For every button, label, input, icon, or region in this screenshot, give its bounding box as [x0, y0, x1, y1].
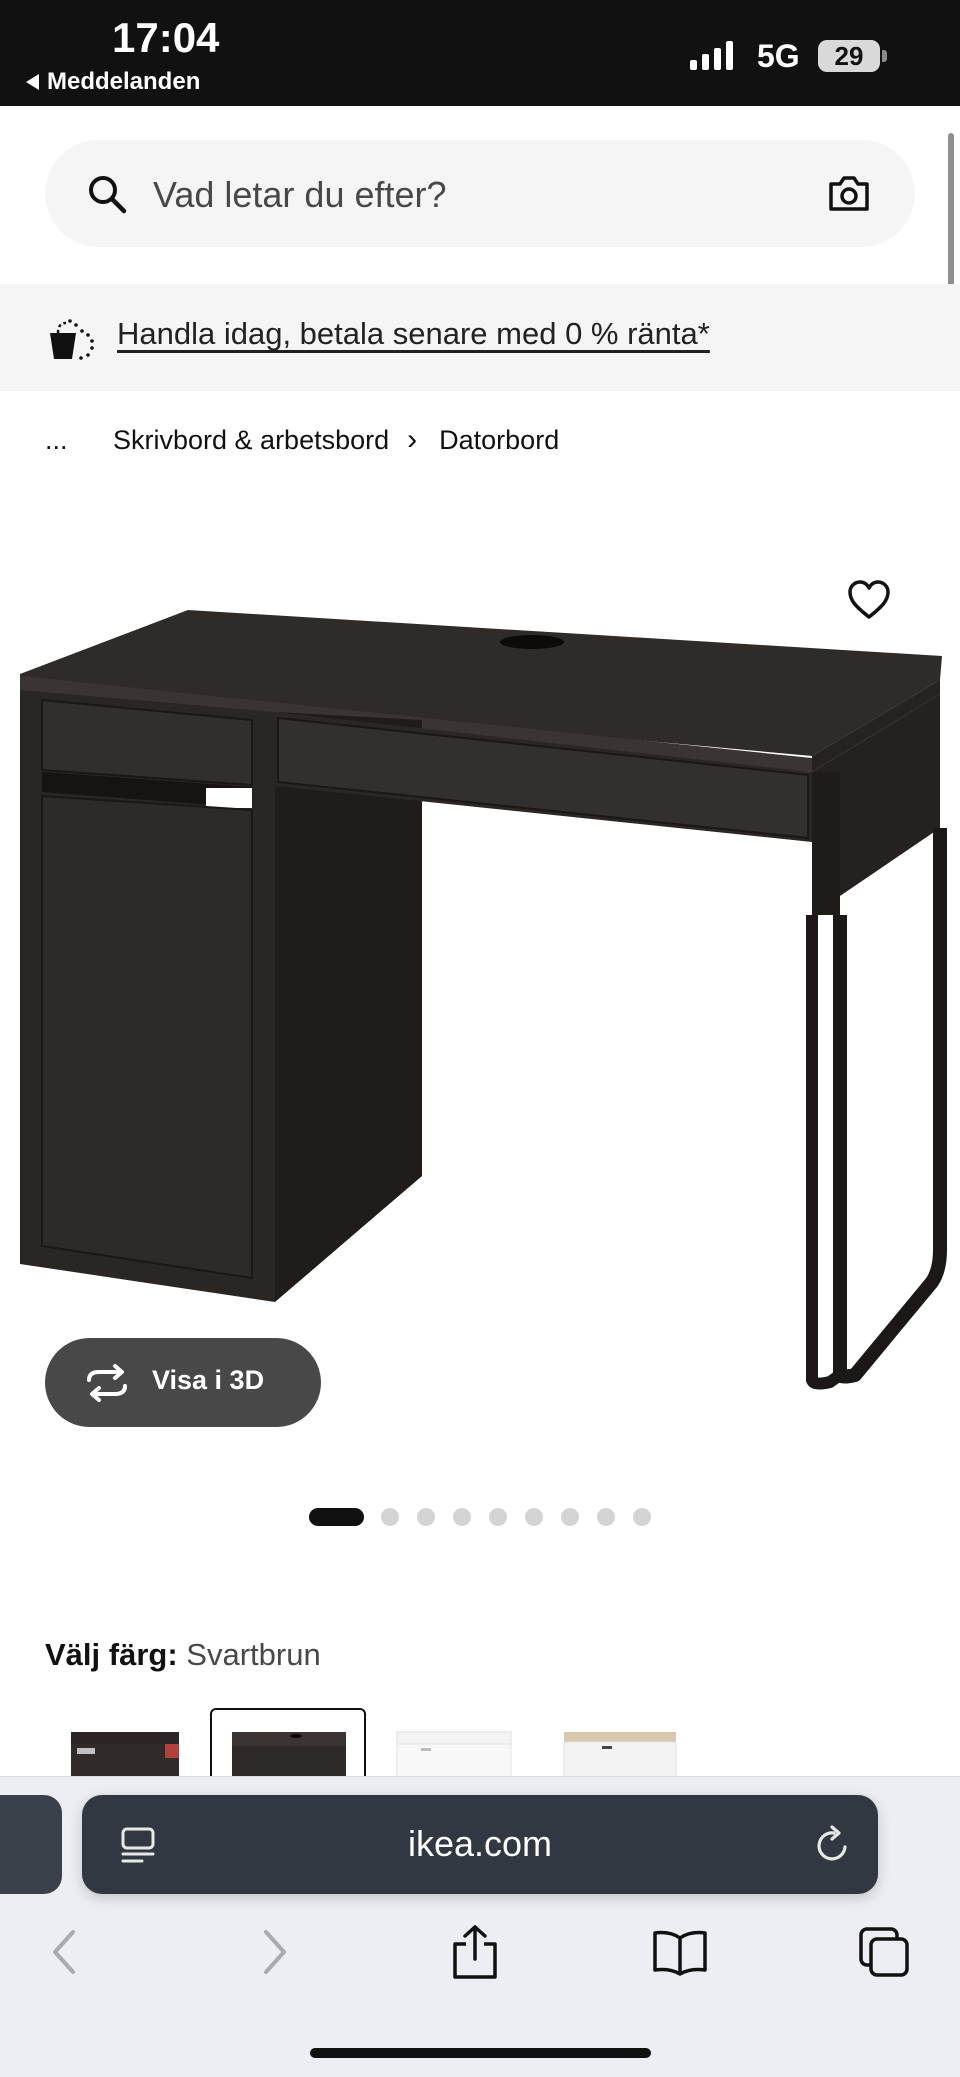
breadcrumb-ellipsis[interactable]: ...: [45, 425, 113, 456]
url-text: ikea.com: [407, 1823, 553, 1864]
color-swatch-list: [45, 1708, 915, 1778]
address-bar[interactable]: ikea.com: [82, 1795, 878, 1894]
image-carousel-indicator: [0, 1508, 960, 1528]
status-bar: 17:04 Meddelanden 5G 29: [0, 0, 960, 106]
carousel-dot[interactable]: [309, 1508, 364, 1526]
previous-tab-preview[interactable]: [0, 1795, 62, 1894]
forward-icon[interactable]: [244, 1922, 304, 1982]
tabs-icon[interactable]: [854, 1922, 914, 1982]
selected-color-value: Svartbrun: [186, 1637, 321, 1672]
back-icon[interactable]: [35, 1922, 95, 1982]
carousel-dot[interactable]: [381, 1508, 399, 1526]
product-image[interactable]: [0, 560, 960, 1400]
carousel-dot[interactable]: [597, 1508, 615, 1526]
color-swatch-white-oak[interactable]: [542, 1708, 698, 1778]
battery-tip: [882, 50, 887, 62]
view-3d-label: Visa i 3D: [152, 1365, 265, 1395]
color-swatch-white[interactable]: [377, 1708, 533, 1778]
signal-icon: [690, 40, 733, 70]
color-label: Välj färg:: [45, 1637, 178, 1672]
bookmarks-icon[interactable]: [650, 1922, 710, 1982]
search-icon: [89, 176, 127, 214]
breadcrumb: ... Skrivbord & arbetsbord › Datorbord: [45, 420, 559, 460]
carousel-dot[interactable]: [633, 1508, 651, 1526]
search-input[interactable]: Vad letar du efter?: [45, 140, 915, 247]
back-app-label: Meddelanden: [47, 68, 201, 95]
battery-icon: 29: [818, 40, 880, 72]
breadcrumb-item-computer-desks[interactable]: Datorbord: [439, 425, 559, 456]
home-indicator[interactable]: [310, 2048, 651, 2058]
carousel-dot[interactable]: [453, 1508, 471, 1526]
payment-promo-banner[interactable]: Handla idag, betala senare med 0 % ränta…: [0, 284, 960, 391]
carousel-dot[interactable]: [525, 1508, 543, 1526]
promo-link-text[interactable]: Handla idag, betala senare med 0 % ränta…: [117, 316, 710, 352]
breadcrumb-item-desks[interactable]: Skrivbord & arbetsbord: [113, 425, 389, 456]
breadcrumb-separator-icon: ›: [407, 423, 418, 456]
carousel-dot[interactable]: [417, 1508, 435, 1526]
share-icon[interactable]: [445, 1922, 505, 1982]
view-3d-button[interactable]: Visa i 3D: [45, 1338, 321, 1427]
shopping-bag-icon: [50, 319, 94, 360]
back-to-app-link[interactable]: Meddelanden: [26, 68, 200, 96]
color-swatch-black-brown[interactable]: [210, 1708, 366, 1778]
carousel-dot[interactable]: [561, 1508, 579, 1526]
reload-icon[interactable]: [812, 1825, 852, 1865]
rotate-3d-icon: [87, 1364, 127, 1402]
network-type: 5G: [757, 38, 800, 74]
carousel-dot[interactable]: [489, 1508, 507, 1526]
search-placeholder: Vad letar du efter?: [153, 174, 447, 215]
heart-icon[interactable]: [847, 580, 891, 620]
color-swatch-black-brown-red[interactable]: [47, 1708, 203, 1778]
back-arrow-icon: [26, 74, 39, 90]
camera-icon[interactable]: [827, 172, 871, 214]
status-time: 17:04: [112, 14, 220, 61]
color-selector-label: Välj färg: Svartbrun: [45, 1637, 321, 1673]
